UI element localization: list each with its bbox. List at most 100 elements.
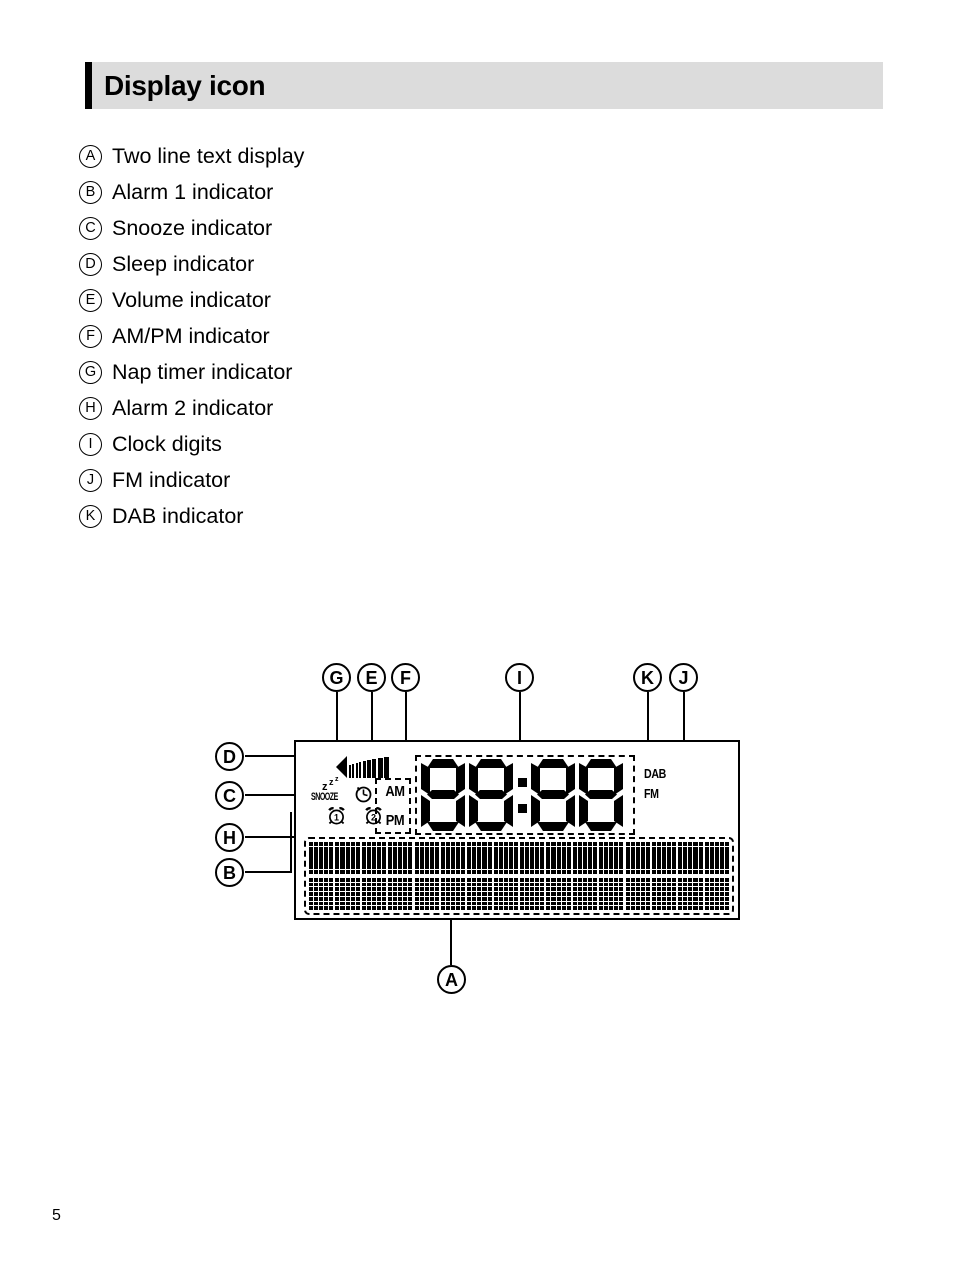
matrix-dot [366,901,371,906]
matrix-dot [619,892,624,896]
callout-h[interactable]: H [215,823,244,852]
matrix-dot [424,882,429,887]
display-icon-legend-list: A Two line text display B Alarm 1 indica… [79,138,579,534]
matrix-dot [424,842,429,846]
matrix-character-cell [625,842,650,874]
matrix-dot [609,882,614,887]
matrix-dot [556,892,561,896]
matrix-dot [403,878,408,882]
matrix-dot [719,906,724,910]
matrix-character-cell [467,878,492,910]
matrix-dot [593,865,598,870]
matrix-dot [324,882,329,887]
matrix-dot [525,892,530,896]
matrix-dot [704,870,709,874]
matrix-character-cell [361,842,387,874]
matrix-character-cell [414,878,439,910]
matrix-dot [508,842,513,846]
callout-i[interactable]: I [505,663,534,692]
matrix-dot [525,870,530,874]
callout-e[interactable]: E [357,663,386,692]
matrix-dot [530,842,535,846]
matrix-dot [467,901,472,906]
matrix-dot [688,896,693,901]
matrix-dot [419,887,424,892]
matrix-dot [625,878,630,882]
matrix-dot [414,901,419,906]
callout-j[interactable]: J [669,663,698,692]
callout-f[interactable]: F [391,663,420,692]
callout-b[interactable]: B [215,858,244,887]
callout-g[interactable]: G [322,663,351,692]
matrix-dot [546,896,551,901]
matrix-dot [625,865,630,870]
matrix-dot [582,842,587,846]
matrix-dot [456,882,461,887]
matrix-dot [619,878,624,882]
matrix-dot [424,865,429,870]
matrix-dot [551,892,556,896]
matrix-dot [513,892,518,896]
callout-c[interactable]: C [215,781,244,810]
matrix-dot [456,842,461,846]
matrix-dot [513,865,518,870]
matrix-dot [540,906,545,910]
matrix-dot [329,887,334,892]
matrix-dot [398,906,403,910]
matrix-dot [614,896,619,901]
matrix-dot [593,878,598,882]
matrix-dot [577,882,582,887]
callout-d[interactable]: D [215,742,244,771]
matrix-dot [693,842,698,846]
matrix-dot [630,878,635,882]
clock-digit-2 [468,759,514,831]
matrix-dot [393,878,398,882]
matrix-dot [704,906,709,910]
callout-k[interactable]: K [633,663,662,692]
matrix-dot [309,870,314,874]
matrix-character-cell [704,878,729,910]
matrix-dot [572,896,577,901]
matrix-dot [467,882,472,887]
matrix-dot [472,901,477,906]
matrix-dot [662,865,667,870]
list-item: G Nap timer indicator [79,354,579,390]
matrix-character-cell [388,842,413,874]
matrix-dot [530,896,535,901]
matrix-dot [371,901,376,906]
matrix-dot [314,865,319,870]
matrix-dot [640,892,645,896]
matrix-dot [366,887,371,892]
matrix-dot [640,882,645,887]
matrix-dot [345,842,350,846]
matrix-dot [678,896,683,901]
matrix-dot [461,896,466,901]
matrix-character-cell [493,878,518,910]
matrix-dot [482,901,487,906]
matrix-dot [508,906,513,910]
matrix-dot [609,842,614,846]
matrix-dot [604,882,609,887]
matrix-dot [382,906,387,910]
callout-a[interactable]: A [437,965,466,994]
snooze-indicator-label: SNOOZE [311,790,338,803]
matrix-dot [393,901,398,906]
matrix-dot [561,901,566,906]
matrix-dot [424,870,429,874]
matrix-dot [630,892,635,896]
matrix-dot [640,901,645,906]
matrix-dot [361,901,366,906]
matrix-dot [503,842,508,846]
matrix-dot [540,865,545,870]
matrix-dot [672,878,677,882]
matrix-dot [419,878,424,882]
matrix-dot [440,882,445,887]
matrix-dot [355,906,360,910]
matrix-dot [619,870,624,874]
matrix-dot [361,865,366,870]
matrix-dot [477,882,482,887]
matrix-dot [551,865,556,870]
matrix-dot [704,882,709,887]
matrix-character-cell [546,842,571,874]
matrix-dot [366,882,371,887]
